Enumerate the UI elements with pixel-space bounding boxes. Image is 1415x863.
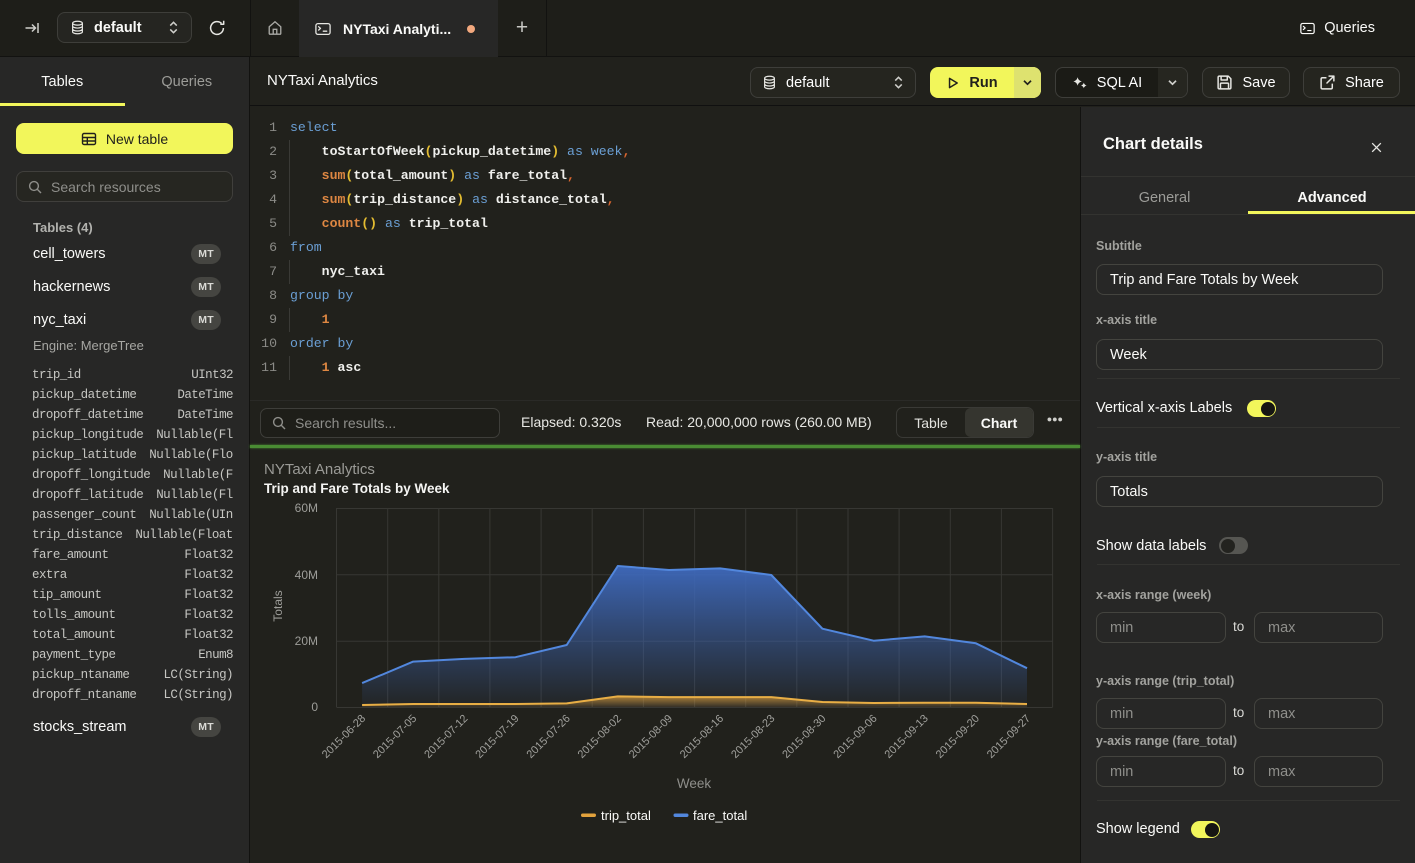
svg-text:2015-08-16: 2015-08-16: [678, 713, 726, 761]
svg-text:40M: 40M: [295, 568, 318, 582]
svg-text:2015-08-09: 2015-08-09: [627, 713, 675, 761]
svg-text:2015-07-05: 2015-07-05: [371, 713, 419, 761]
svg-text:NYTaxi Analytics: NYTaxi Analytics: [264, 461, 375, 478]
svg-text:2015-08-23: 2015-08-23: [729, 713, 777, 761]
svg-text:Totals: Totals: [271, 590, 285, 621]
svg-text:2015-09-27: 2015-09-27: [985, 713, 1033, 761]
svg-text:0: 0: [311, 700, 318, 714]
svg-text:Week: Week: [677, 776, 712, 791]
svg-text:2015-09-06: 2015-09-06: [831, 713, 879, 761]
svg-text:2015-06-28: 2015-06-28: [320, 713, 368, 761]
svg-text:2015-08-30: 2015-08-30: [780, 713, 828, 761]
svg-text:2015-08-02: 2015-08-02: [576, 713, 624, 761]
svg-text:Trip and Fare Totals by Week: Trip and Fare Totals by Week: [264, 481, 450, 496]
svg-text:2015-09-13: 2015-09-13: [883, 713, 931, 761]
svg-text:20M: 20M: [295, 634, 318, 648]
svg-text:2015-07-26: 2015-07-26: [525, 713, 573, 761]
svg-text:trip_total: trip_total: [601, 808, 651, 823]
svg-text:fare_total: fare_total: [693, 808, 747, 823]
svg-text:2015-07-12: 2015-07-12: [422, 713, 470, 761]
svg-text:60M: 60M: [295, 501, 318, 515]
svg-text:2015-09-20: 2015-09-20: [934, 713, 982, 761]
svg-text:2015-07-19: 2015-07-19: [473, 713, 521, 761]
